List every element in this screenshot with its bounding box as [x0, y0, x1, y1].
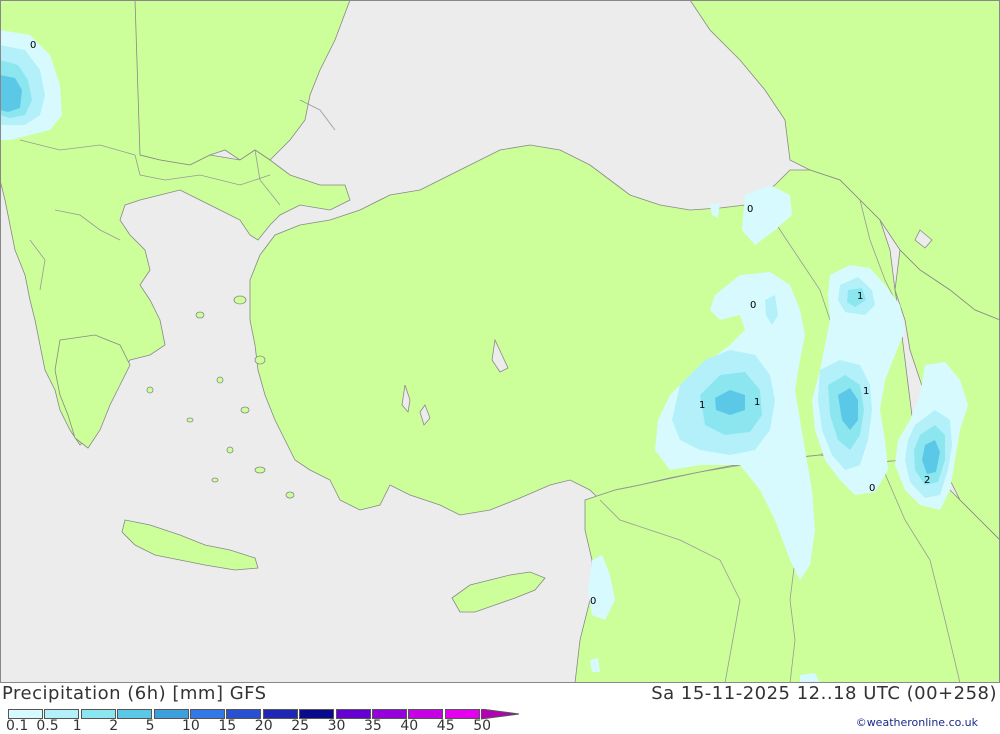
- contour-label: 0: [590, 596, 596, 607]
- legend-label: 25: [291, 718, 310, 734]
- map-title: Precipitation (6h) [mm] GFS: [2, 683, 267, 704]
- map-footer: Precipitation (6h) [mm] GFS Sa 15-11-202…: [0, 683, 1000, 734]
- forecast-datetime: Sa 15-11-2025 12..18 UTC (00+258): [651, 683, 997, 704]
- legend-label: 0.1: [6, 718, 29, 734]
- legend-label: 10: [182, 718, 200, 734]
- contour-label: 0: [750, 300, 756, 311]
- precipitation-map: 0 0 0 1 1 1 1 0 2 0: [0, 0, 1000, 684]
- contour-label: 2: [924, 475, 930, 486]
- legend-label: 2: [109, 718, 119, 734]
- credit-link[interactable]: ©weatheronline.co.uk: [856, 716, 978, 729]
- contour-label: 0: [747, 204, 753, 215]
- legend-label: 50: [473, 718, 492, 734]
- legend-label: 5: [145, 718, 155, 734]
- legend-label: 30: [327, 718, 346, 734]
- contour-label: 0: [30, 40, 36, 51]
- contour-label: 1: [699, 400, 705, 411]
- contour-label: 0: [869, 483, 875, 494]
- legend-label: 0.5: [36, 718, 59, 734]
- legend-label: 45: [436, 718, 455, 734]
- legend-label: 20: [254, 718, 273, 734]
- legend-label: 1: [72, 718, 82, 734]
- contour-label: 1: [857, 291, 863, 302]
- legend-label: 40: [400, 718, 419, 734]
- legend-label: 35: [364, 718, 382, 734]
- legend-label: 15: [218, 718, 237, 734]
- map-canvas: 0 0 0 1 1 1 1 0 2 0: [0, 0, 1000, 684]
- contour-label: 1: [754, 397, 760, 408]
- contour-label: 1: [863, 386, 869, 397]
